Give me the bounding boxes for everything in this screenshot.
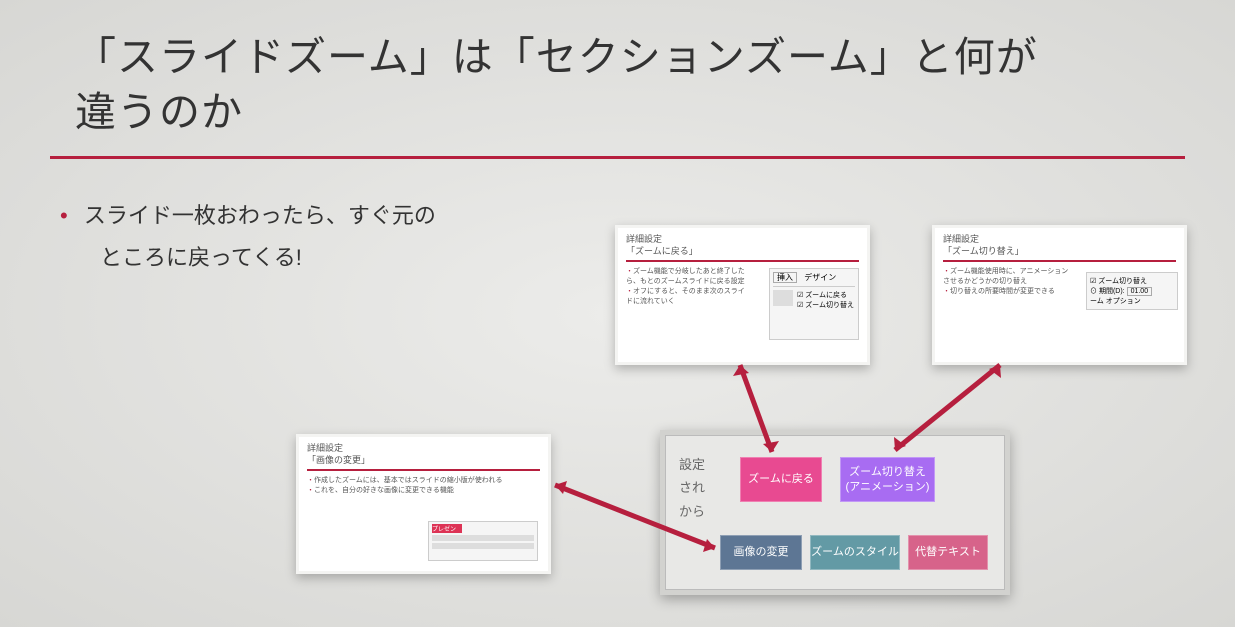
thumb-top-hdr2: 「ズームに戻る」	[626, 246, 859, 258]
bullet-line2: ところに戻ってくる!	[100, 245, 302, 270]
thumb-left-badge: プレゼン	[432, 524, 462, 533]
thumb-top-rule	[626, 260, 859, 262]
tile-zoom-style[interactable]: ズームのスタイル	[810, 535, 900, 570]
thumb-left-ribbon: プレゼン	[428, 521, 538, 561]
title-rule	[50, 156, 1185, 159]
thumb-left-line	[432, 535, 534, 541]
thumb-top-icon	[773, 290, 793, 306]
thumb-right-b1: ズーム機能使用時に、アニメーションさせるかどうかの切り替え	[943, 267, 1073, 287]
thumb-left-b2: これを、自分の好きな画像に変更できる機能	[307, 486, 540, 496]
thumb-top-b1: ズーム機能で分岐したあと終了したら、もとのズームスライドに戻る設定	[626, 267, 746, 287]
thumb-right-ribbon: ☑ ズーム切り替え ⊙ 期間(D): 01.00 ーム オプション	[1086, 272, 1178, 310]
thumb-image-change: 詳細設定 「画像の変更」 作成したズームには、基本ではスライドの縮小版が使われる…	[296, 434, 551, 574]
thumb-right-opt1: ☑ ズーム切り替え	[1090, 276, 1174, 286]
central-side: 設定 され から	[679, 453, 705, 523]
title-line1: 「スライドズーム」は「セクションズーム」と何が	[75, 34, 1038, 80]
tile-image-change[interactable]: 画像の変更	[720, 535, 802, 570]
title-line2: 違うのか	[75, 89, 243, 135]
thumb-left-hdr2: 「画像の変更」	[307, 455, 540, 467]
thumb-left-line2	[432, 543, 534, 549]
thumb-top-tab1: 挿入	[773, 272, 797, 283]
central-side2: され	[679, 476, 705, 499]
thumb-right-b2: 切り替えの所要時間が変更できる	[943, 287, 1073, 297]
bullet-line1: スライド一枚おわったら、すぐ元の	[84, 203, 436, 228]
slide-title: 「スライドズーム」は「セクションズーム」と何が 違うのか	[75, 30, 1175, 141]
thumb-right-hdr1: 詳細設定	[943, 234, 1176, 246]
bullet-text: スライド一枚おわったら、すぐ元の ところに戻ってくる!	[60, 195, 436, 279]
thumb-transition: 詳細設定 「ズーム切り替え」 ズーム機能使用時に、アニメーションさせるかどうかの…	[932, 225, 1187, 365]
central-side1: 設定	[679, 453, 705, 476]
thumb-top-tab2: デザイン	[801, 273, 839, 282]
thumb-top-hdr1: 詳細設定	[626, 234, 859, 246]
tile-transition[interactable]: ズーム切り替え(アニメーション)	[840, 457, 935, 502]
thumb-left-b1: 作成したズームには、基本ではスライドの縮小版が使われる	[307, 476, 540, 486]
thumb-top-chk2: ☑ ズーム切り替え	[797, 300, 854, 310]
thumb-left-hdr1: 詳細設定	[307, 443, 540, 455]
thumb-right-opt2: ⊙ 期間(D): 01.00	[1090, 286, 1174, 296]
thumb-right-opt3: ーム オプション	[1090, 296, 1174, 306]
thumb-left-rule	[307, 469, 540, 471]
central-panel: 設定 され から ズームに戻る ズーム切り替え(アニメーション) 画像の変更 ズ…	[660, 430, 1010, 595]
tile-return[interactable]: ズームに戻る	[740, 457, 822, 502]
thumb-top-b2: オフにすると、そのまま次のスライドに流れていく	[626, 287, 746, 307]
tile-alt-text[interactable]: 代替テキスト	[908, 535, 988, 570]
thumb-right-hdr2: 「ズーム切り替え」	[943, 246, 1176, 258]
thumb-top-chk1: ☑ ズームに戻る	[797, 290, 854, 300]
central-side3: から	[679, 500, 705, 523]
thumb-right-rule	[943, 260, 1176, 262]
thumb-top-ribbon: 挿入 デザイン ☑ ズームに戻る ☑ ズーム切り替え	[769, 268, 859, 340]
thumb-return: 詳細設定 「ズームに戻る」 ズーム機能で分岐したあと終了したら、もとのズームスラ…	[615, 225, 870, 365]
